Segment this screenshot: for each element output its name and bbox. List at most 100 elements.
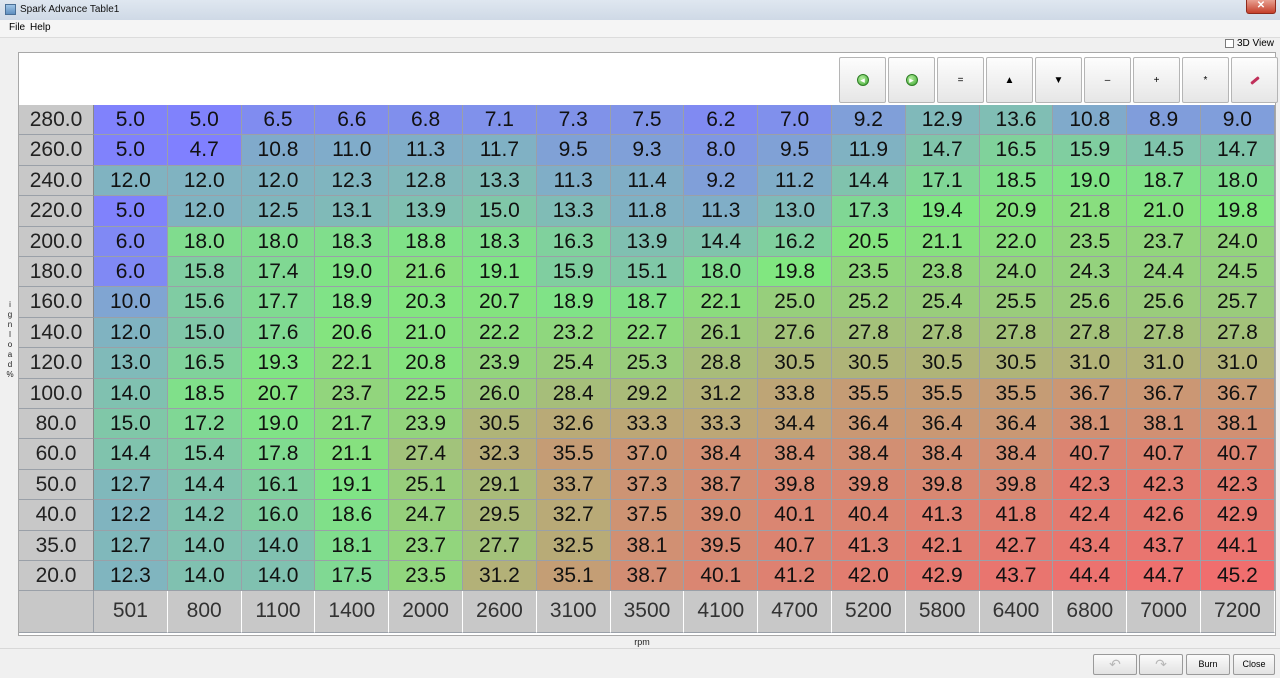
table-cell[interactable]: 24.7 [389,500,463,531]
table-cell[interactable]: 12.5 [241,196,316,227]
table-cell[interactable]: 18.3 [463,226,537,257]
table-cell[interactable]: 5.0 [94,105,168,136]
table-cell[interactable]: 26.0 [463,378,537,409]
table-cell[interactable]: 42.9 [1201,500,1275,531]
table-cell[interactable]: 27.8 [905,317,980,349]
table-cell[interactable]: 31.0 [1053,348,1128,379]
table-cell[interactable]: 10.0 [94,287,168,318]
table-cell[interactable]: 38.1 [1053,409,1128,440]
menu-file[interactable]: File [9,22,25,33]
table-cell[interactable]: 25.0 [758,287,832,318]
table-cell[interactable]: 14.5 [1127,135,1201,166]
x-axis-label[interactable]: 1100 [241,591,316,634]
table-cell[interactable]: 40.1 [684,561,759,592]
table-cell[interactable]: 40.7 [1201,439,1275,470]
table-cell[interactable]: 38.4 [905,439,980,470]
table-cell[interactable]: 19.1 [463,257,537,288]
table-cell[interactable]: 12.7 [94,530,168,561]
table-cell[interactable]: 9.2 [684,165,759,197]
table-cell[interactable]: 11.4 [610,165,685,197]
table-cell[interactable]: 12.0 [241,165,316,197]
table-cell[interactable]: 13.3 [536,196,611,227]
table-cell[interactable]: 7.3 [536,105,611,136]
table-cell[interactable]: 38.7 [684,469,759,501]
table-cell[interactable]: 29.2 [610,378,685,409]
table-cell[interactable]: 19.1 [315,469,390,501]
table-cell[interactable]: 31.0 [1201,348,1275,379]
table-cell[interactable]: 23.9 [389,409,463,440]
x-axis-label[interactable]: 800 [167,591,242,634]
table-cell[interactable]: 20.5 [832,226,906,257]
table-cell[interactable]: 35.5 [536,439,611,470]
table-cell[interactable]: 31.0 [1127,348,1201,379]
table-cell[interactable]: 15.0 [463,196,537,227]
subtract-button[interactable]: – [1084,57,1131,103]
y-axis-label[interactable]: 260.0 [19,135,94,166]
table-cell[interactable]: 12.2 [94,500,168,531]
table-cell[interactable]: 11.2 [758,165,832,197]
table-cell[interactable]: 10.8 [1053,105,1128,136]
x-axis-label[interactable]: 3100 [536,591,611,634]
table-cell[interactable]: 38.1 [1127,409,1201,440]
table-cell[interactable]: 18.1 [315,530,390,561]
table-cell[interactable]: 20.9 [979,196,1054,227]
x-axis-label[interactable]: 1400 [315,591,390,634]
table-cell[interactable]: 21.1 [315,439,390,470]
table-cell[interactable]: 18.9 [315,287,390,318]
table-cell[interactable]: 11.3 [389,135,463,166]
x-axis-label[interactable]: 5200 [832,591,906,634]
table-cell[interactable]: 18.0 [684,257,759,288]
table-cell[interactable]: 38.4 [979,439,1054,470]
table-cell[interactable]: 15.6 [167,287,242,318]
table-cell[interactable]: 32.7 [536,500,611,531]
x-axis-label[interactable]: 6800 [1053,591,1128,634]
table-cell[interactable]: 18.5 [979,165,1054,197]
table-cell[interactable]: 23.7 [389,530,463,561]
table-cell[interactable]: 36.7 [1201,378,1275,409]
table-cell[interactable]: 15.4 [167,439,242,470]
y-axis-label[interactable]: 20.0 [19,561,94,592]
table-cell[interactable]: 21.8 [1053,196,1128,227]
table-cell[interactable]: 41.3 [832,530,906,561]
table-cell[interactable]: 23.2 [536,317,611,349]
table-cell[interactable]: 22.5 [389,378,463,409]
table-cell[interactable]: 13.0 [758,196,832,227]
table-cell[interactable]: 25.4 [536,348,611,379]
table-cell[interactable]: 33.3 [610,409,685,440]
table-cell[interactable]: 17.5 [315,561,390,592]
table-cell[interactable]: 6.2 [684,105,759,136]
table-cell[interactable]: 27.7 [463,530,537,561]
add-button[interactable]: + [1133,57,1180,103]
table-cell[interactable]: 40.7 [1053,439,1128,470]
table-cell[interactable]: 23.8 [905,257,980,288]
table-cell[interactable]: 39.0 [684,500,759,531]
table-cell[interactable]: 24.0 [979,257,1054,288]
table-cell[interactable]: 40.7 [758,530,832,561]
x-axis-label[interactable]: 2600 [463,591,537,634]
x-axis-label[interactable]: 6400 [979,591,1054,634]
table-cell[interactable]: 25.3 [610,348,685,379]
table-cell[interactable]: 6.6 [315,105,390,136]
table-cell[interactable]: 35.5 [979,378,1054,409]
table-cell[interactable]: 11.8 [610,196,685,227]
table-cell[interactable]: 22.1 [315,348,390,379]
table-cell[interactable]: 18.0 [241,226,316,257]
table-cell[interactable]: 21.0 [389,317,463,349]
table-cell[interactable]: 40.1 [758,500,832,531]
table-cell[interactable]: 37.3 [610,469,685,501]
table-cell[interactable]: 17.6 [241,317,316,349]
window-close-button[interactable]: ✕ [1246,0,1276,14]
table-cell[interactable]: 27.8 [1053,317,1128,349]
x-axis-label[interactable]: 2000 [389,591,463,634]
table-cell[interactable]: 33.8 [758,378,832,409]
table-cell[interactable]: 27.8 [832,317,906,349]
table-cell[interactable]: 9.5 [758,135,832,166]
table-cell[interactable]: 14.0 [167,530,242,561]
table-cell[interactable]: 18.0 [167,226,242,257]
table-cell[interactable]: 5.0 [94,196,168,227]
table-cell[interactable]: 39.8 [905,469,980,501]
table-cell[interactable]: 35.5 [905,378,980,409]
table-cell[interactable]: 38.7 [610,561,685,592]
table-cell[interactable]: 24.3 [1053,257,1128,288]
table-cell[interactable]: 42.9 [905,561,980,592]
